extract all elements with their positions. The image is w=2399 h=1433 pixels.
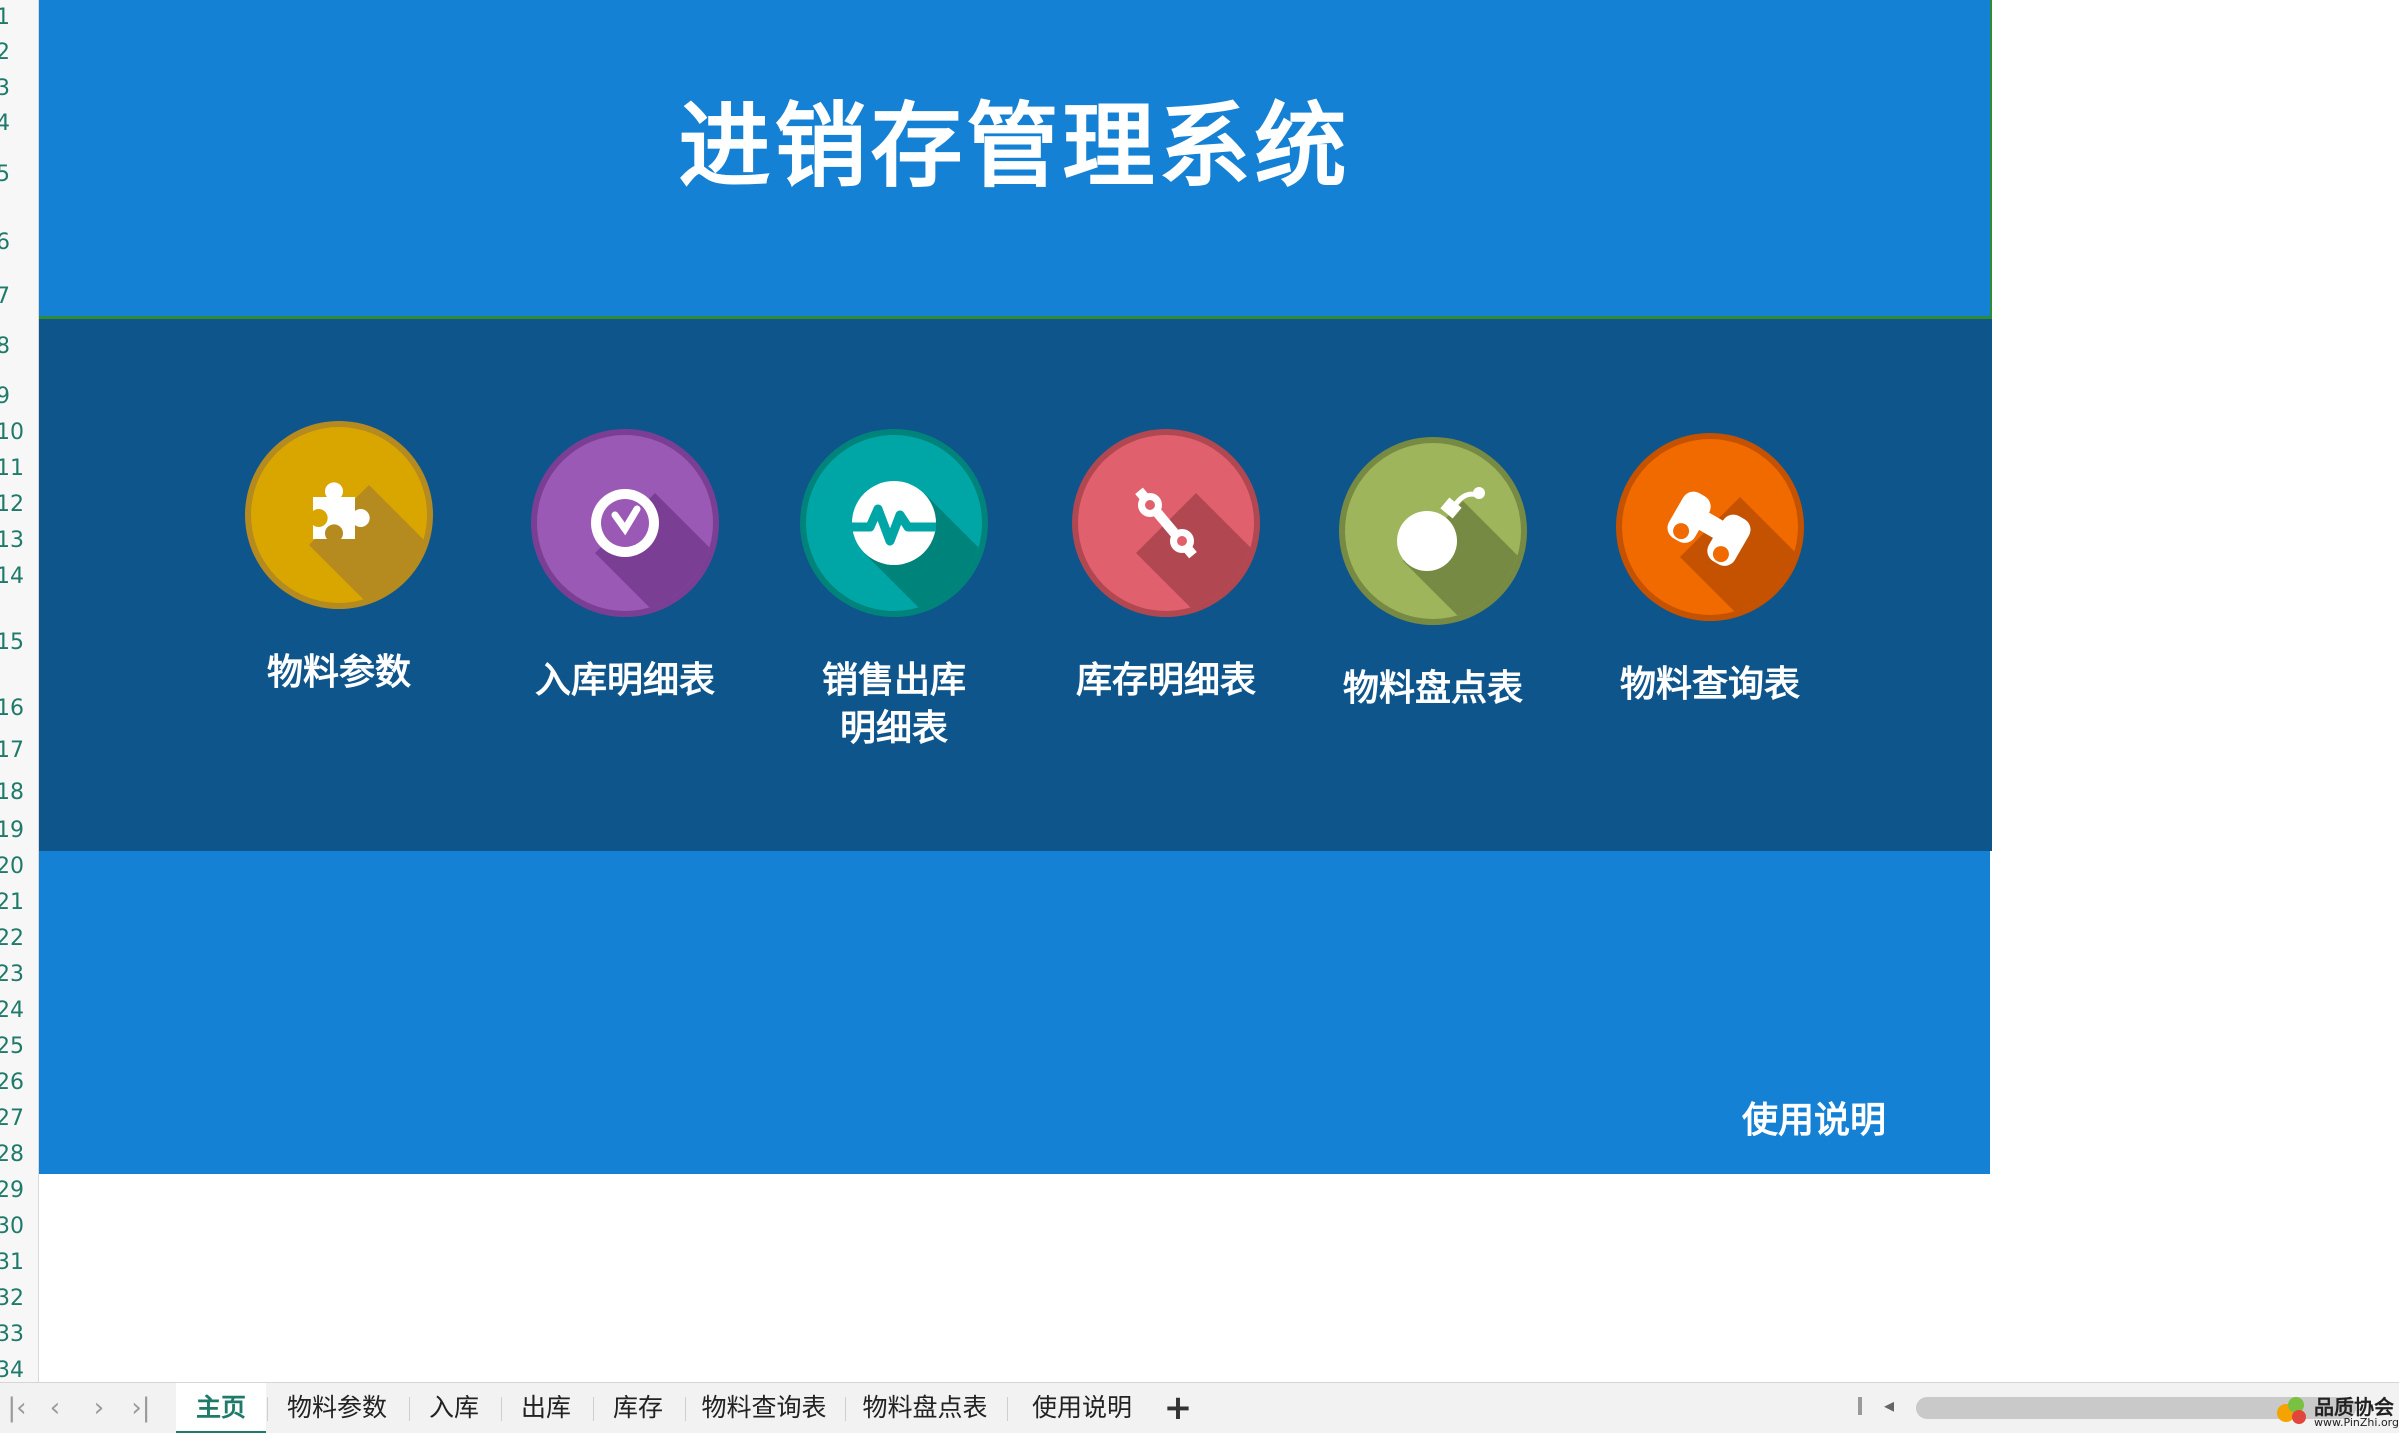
row-number[interactable]: 13 bbox=[0, 528, 34, 554]
row-header-column[interactable]: 1234567891011121314151617181920212223242… bbox=[0, 0, 39, 1382]
menu-label-line: 入库明细表 bbox=[534, 660, 715, 701]
row-number[interactable]: 33 bbox=[0, 1322, 34, 1348]
scroll-left-icon[interactable]: ◂ bbox=[1884, 1393, 1894, 1417]
sheet-tab[interactable]: 主页 bbox=[176, 1383, 266, 1433]
row-number[interactable]: 32 bbox=[0, 1286, 34, 1312]
tab-separator bbox=[845, 1397, 846, 1421]
menu-label-line: 物料盘点表 bbox=[1342, 668, 1523, 709]
row-number[interactable]: 23 bbox=[0, 962, 34, 988]
row-number[interactable]: 9 bbox=[0, 384, 34, 410]
menu-item-label: 物料查询表 bbox=[1600, 661, 1820, 709]
menu-item-0[interactable]: 物料参数 bbox=[229, 417, 449, 697]
sheet-tab[interactable]: 库存 bbox=[594, 1383, 682, 1433]
menu-label-line: 物料查询表 bbox=[1619, 664, 1800, 705]
sheet-tab[interactable]: 物料盘点表 bbox=[846, 1383, 1004, 1433]
tab-separator bbox=[1007, 1397, 1008, 1421]
app-title: 进销存管理系统 bbox=[678, 93, 1351, 200]
row-number[interactable]: 12 bbox=[0, 492, 34, 518]
row-number[interactable]: 4 bbox=[0, 111, 34, 137]
pulse-icon bbox=[800, 429, 988, 617]
menu-item-label: 入库明细表 bbox=[515, 657, 735, 705]
row-number[interactable]: 30 bbox=[0, 1214, 34, 1240]
menu-item-2[interactable]: 销售出库 明细表 bbox=[784, 425, 1004, 753]
puzzle-icon bbox=[245, 421, 433, 609]
row-number[interactable]: 22 bbox=[0, 926, 34, 952]
menu-item-5[interactable]: 物料查询表 bbox=[1600, 429, 1820, 709]
row-number[interactable]: 28 bbox=[0, 1142, 34, 1168]
row-number[interactable]: 8 bbox=[0, 334, 34, 360]
row-number[interactable]: 10 bbox=[0, 420, 34, 446]
spreadsheet-window: 1234567891011121314151617181920212223242… bbox=[0, 0, 2399, 1433]
row-number[interactable]: 34 bbox=[0, 1358, 34, 1382]
sheet-tab[interactable]: 使用说明 bbox=[1008, 1383, 1156, 1433]
sheet-tab[interactable]: 物料查询表 bbox=[686, 1383, 842, 1433]
menu-label-line: 物料参数 bbox=[266, 652, 411, 693]
tab-separator bbox=[501, 1397, 502, 1421]
watermark-url: www.PinZhi.org bbox=[2314, 1416, 2399, 1429]
footer-banner: 使用说明 bbox=[39, 851, 1990, 1174]
tab-separator bbox=[409, 1397, 410, 1421]
menu-label-line: 销售出库 bbox=[821, 660, 966, 701]
row-number[interactable]: 6 bbox=[0, 230, 34, 256]
next-sheet-icon[interactable]: › bbox=[82, 1393, 116, 1423]
row-number[interactable]: 31 bbox=[0, 1250, 34, 1276]
bomb-icon bbox=[1339, 437, 1527, 625]
add-sheet-button[interactable]: + bbox=[1160, 1383, 1196, 1433]
row-number[interactable]: 19 bbox=[0, 818, 34, 844]
menu-item-label: 销售出库 明细表 bbox=[784, 657, 1004, 753]
sheet-tab-bar: |‹ ‹ › ›| 主页 物料参数 入库 出库 库存 物料查询表 物料盘点表 使用说明 + ◂… bbox=[0, 1382, 2399, 1433]
row-number[interactable]: 26 bbox=[0, 1070, 34, 1096]
menu-item-label: 库存明细表 bbox=[1056, 657, 1276, 705]
leaf-logo-icon bbox=[2277, 1397, 2306, 1424]
tab-separator bbox=[267, 1397, 268, 1421]
sheet-tab[interactable]: 物料参数 bbox=[268, 1383, 406, 1433]
sheet-tab[interactable]: 入库 bbox=[410, 1383, 498, 1433]
row-number[interactable]: 15 bbox=[0, 630, 34, 656]
menu-label-line: 明细表 bbox=[839, 708, 948, 749]
menu-label-line: 库存明细表 bbox=[1075, 660, 1256, 701]
menu-item-1[interactable]: 入库明细表 bbox=[515, 425, 735, 705]
binoculars-icon bbox=[1616, 433, 1804, 621]
row-number[interactable]: 5 bbox=[0, 162, 34, 188]
row-number[interactable]: 11 bbox=[0, 456, 34, 482]
sheet-tab[interactable]: 出库 bbox=[502, 1383, 590, 1433]
row-number[interactable]: 27 bbox=[0, 1106, 34, 1132]
scroll-splitter[interactable] bbox=[1858, 1397, 1862, 1415]
menu-panel: 物料参数 入库明细表 销售出库明细表 库存明细表 物料盘点表 物料查询表 bbox=[39, 319, 1992, 851]
prev-sheet-icon[interactable]: ‹ bbox=[38, 1393, 72, 1423]
row-number[interactable]: 1 bbox=[0, 5, 34, 31]
clock-icon bbox=[531, 429, 719, 617]
percent-icon bbox=[1072, 429, 1260, 617]
title-banner: 进销存管理系统 bbox=[39, 0, 1992, 319]
help-link[interactable]: 使用说明 bbox=[1742, 1091, 1886, 1143]
tab-separator bbox=[593, 1397, 594, 1421]
last-sheet-icon[interactable]: ›| bbox=[124, 1393, 158, 1423]
row-number[interactable]: 18 bbox=[0, 780, 34, 806]
row-number[interactable]: 21 bbox=[0, 890, 34, 916]
first-sheet-icon[interactable]: |‹ bbox=[0, 1393, 34, 1423]
menu-item-label: 物料盘点表 bbox=[1323, 665, 1543, 713]
row-number[interactable]: 14 bbox=[0, 564, 34, 590]
row-number[interactable]: 25 bbox=[0, 1034, 34, 1060]
menu-item-3[interactable]: 库存明细表 bbox=[1056, 425, 1276, 705]
menu-item-label: 物料参数 bbox=[229, 649, 449, 697]
row-number[interactable]: 24 bbox=[0, 998, 34, 1024]
row-number[interactable]: 2 bbox=[0, 40, 34, 66]
row-number[interactable]: 16 bbox=[0, 696, 34, 722]
row-number[interactable]: 3 bbox=[0, 76, 34, 102]
row-number[interactable]: 17 bbox=[0, 738, 34, 764]
menu-item-4[interactable]: 物料盘点表 bbox=[1323, 433, 1543, 713]
row-number[interactable]: 20 bbox=[0, 854, 34, 880]
watermark-logo: 品质协会 www.PinZhi.org bbox=[2272, 1389, 2399, 1431]
tab-separator bbox=[685, 1397, 686, 1421]
row-number[interactable]: 29 bbox=[0, 1178, 34, 1204]
row-number[interactable]: 7 bbox=[0, 284, 34, 310]
